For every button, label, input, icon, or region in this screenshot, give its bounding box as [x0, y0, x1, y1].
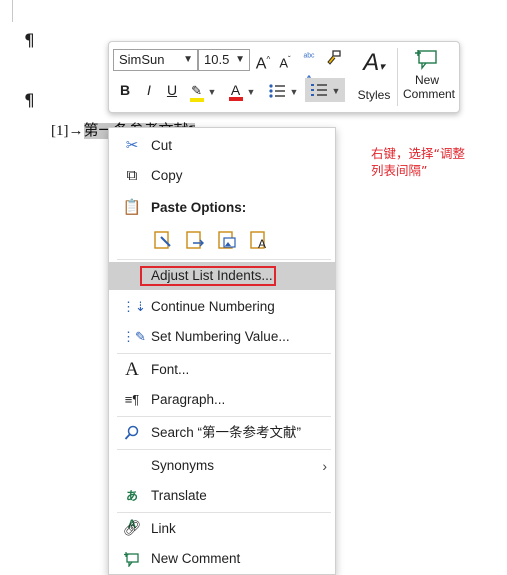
menu-item-continue-numbering[interactable]: ⋮⇣ Continue Numbering	[109, 293, 335, 321]
scissors-icon: ✂	[125, 137, 139, 154]
menu-item-label: Search “第一条参考文献”	[151, 425, 302, 440]
chevron-down-icon: ▼	[183, 54, 193, 65]
menu-item-set-numbering-value[interactable]: ⋮✎ Set Numbering Value...	[109, 323, 335, 351]
chevron-down-icon: ▼	[207, 87, 217, 97]
chevron-right-icon: ›	[322, 458, 327, 474]
paragraph-mark: ¶	[24, 31, 35, 51]
chevron-down-icon: ▼	[331, 86, 341, 96]
numbered-list-icon	[310, 84, 327, 97]
menu-item-link[interactable]: 🔗︎ Link	[109, 515, 335, 543]
svg-text:A: A	[258, 237, 266, 250]
menu-item-paragraph[interactable]: ≡¶ Paragraph...	[109, 386, 335, 414]
underline-button[interactable]: U	[164, 79, 180, 101]
font-color-icon: A	[228, 83, 243, 101]
font-name-value: SimSun	[119, 52, 165, 67]
new-comment-icon	[122, 545, 142, 573]
shrink-font-icon: A	[279, 55, 288, 71]
menu-item-label: Font...	[151, 362, 190, 377]
grow-font-button[interactable]: A^	[253, 49, 273, 73]
menu-item-label: Copy	[151, 168, 183, 183]
menu-item-cut[interactable]: ✂ Cut	[109, 132, 335, 160]
chevron-down-icon: ▼	[235, 54, 245, 65]
shrink-font-button[interactable]: Aˇ	[275, 49, 295, 71]
grow-font-icon: A	[255, 55, 267, 73]
paragraph-mark: ¶	[24, 91, 35, 111]
page-margin-marker	[12, 0, 13, 22]
menu-item-adjust-list-indents[interactable]: Adjust List Indents...	[109, 262, 335, 290]
menu-separator	[117, 449, 331, 450]
context-menu: ✂ Cut ⧉ Copy 📋 Paste Options: A Adjust L…	[108, 127, 336, 575]
styles-icon: A▾	[363, 49, 385, 76]
menu-item-new-comment[interactable]: New Comment	[109, 545, 335, 573]
menu-item-label: Paste Options:	[151, 200, 247, 215]
highlighter-icon: ✎	[189, 84, 204, 102]
menu-item-synonyms[interactable]: Synonyms ›	[109, 452, 335, 480]
link-icon: 🔗︎	[122, 520, 142, 537]
chevron-down-icon: ▼	[246, 87, 256, 97]
bullets-button[interactable]: ▼	[264, 79, 302, 101]
menu-item-label: New Comment	[151, 551, 241, 566]
list-number: [1]→	[51, 123, 84, 139]
font-name-dropdown[interactable]: SimSun ▼	[113, 49, 198, 71]
paste-picture-icon[interactable]	[215, 228, 239, 252]
new-comment-label: New Comment	[403, 73, 456, 101]
copy-icon: ⧉	[126, 167, 138, 184]
menu-item-label: Continue Numbering	[151, 299, 275, 314]
new-comment-button[interactable]: New Comment	[397, 48, 457, 101]
menu-item-font[interactable]: A Font...	[109, 356, 335, 384]
paste-options-header: 📋 Paste Options:	[109, 194, 335, 222]
mini-toolbar: SimSun ▼ 10.5 ▼ A^ Aˇ ᵃᵇᶜA B I U ✎ ▼ A ▼…	[108, 41, 460, 113]
new-comment-icon	[415, 50, 437, 70]
paste-keep-source-icon[interactable]	[151, 228, 175, 252]
annotation-note: 右键，选择“调整列表间隔”	[371, 146, 465, 178]
menu-item-label: Synonyms	[151, 458, 215, 473]
menu-item-label: Set Numbering Value...	[151, 329, 290, 344]
menu-item-label: Link	[151, 521, 176, 536]
numbering-button[interactable]: ▼	[305, 78, 345, 102]
font-size-value: 10.5	[204, 52, 230, 67]
format-painter-button[interactable]	[322, 49, 344, 71]
font-size-dropdown[interactable]: 10.5 ▼	[198, 49, 250, 71]
styles-label: Styles	[357, 88, 391, 102]
clipboard-icon: 📋	[122, 199, 142, 216]
search-icon	[122, 419, 142, 447]
paste-text-only-icon[interactable]: A	[247, 228, 271, 252]
font-icon: A	[125, 359, 139, 380]
highlight-box	[140, 266, 276, 286]
paragraph-icon: ≡¶	[124, 392, 140, 407]
set-numbering-value-icon: ⋮✎	[122, 329, 146, 344]
styles-button[interactable]: A▾ Styles	[351, 49, 397, 103]
format-painter-icon	[327, 50, 341, 65]
menu-item-copy[interactable]: ⧉ Copy	[109, 162, 335, 190]
bold-button[interactable]: B	[117, 79, 133, 101]
continue-numbering-icon: ⋮⇣	[122, 299, 146, 314]
menu-separator	[117, 416, 331, 417]
menu-item-label: Translate	[151, 488, 207, 503]
menu-separator	[117, 259, 331, 260]
menu-item-translate[interactable]: あA Translate	[109, 482, 335, 531]
menu-separator	[117, 353, 331, 354]
font-color-button[interactable]: A ▼	[225, 79, 259, 101]
menu-item-label: Cut	[151, 138, 173, 153]
chevron-down-icon: ▼	[289, 87, 299, 97]
highlight-color-button[interactable]: ✎ ▼	[186, 79, 220, 102]
paste-merge-formatting-icon[interactable]	[183, 228, 207, 252]
menu-item-search[interactable]: Search “第一条参考文献”	[109, 419, 335, 447]
clear-formatting-button[interactable]: ᵃᵇᶜA	[298, 47, 320, 86]
menu-separator	[117, 512, 331, 513]
bullet-list-icon	[268, 84, 285, 98]
menu-item-label: Paragraph...	[151, 392, 226, 407]
italic-button[interactable]: I	[141, 79, 157, 101]
